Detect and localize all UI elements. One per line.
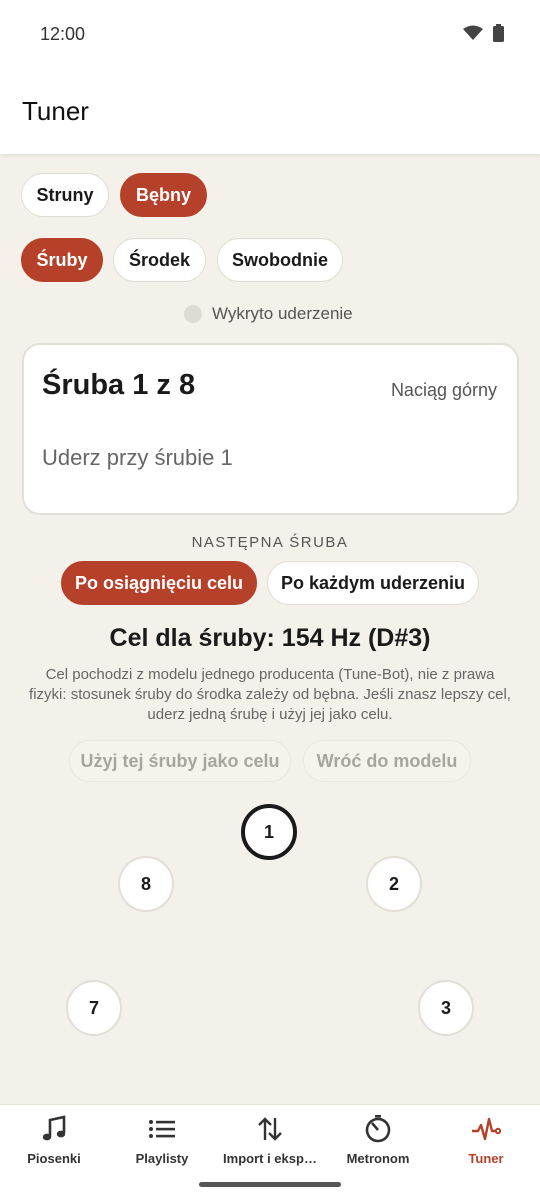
next-every-hit-button[interactable]: Po każdym uderzeniu	[267, 561, 479, 605]
nav-playlists-label: Playlisty	[135, 1151, 189, 1166]
status-bar: 12:00	[0, 0, 540, 68]
strike-hint: Uderz przy śrubie 1	[42, 445, 233, 470]
metronome-icon	[365, 1115, 391, 1143]
status-time: 12:00	[40, 24, 86, 44]
waveform-icon	[472, 1117, 502, 1141]
head-mode: Naciąg górny	[390, 380, 497, 400]
tab-drums[interactable]: Bębny	[120, 173, 207, 217]
list-icon	[149, 1120, 175, 1138]
home-indicator[interactable]	[199, 1182, 341, 1187]
tab-free[interactable]: Swobodnie	[217, 238, 343, 282]
lug-8[interactable]: 8	[118, 856, 174, 912]
nav-metronome-label: Metronom	[346, 1151, 410, 1166]
wifi-icon	[463, 25, 483, 40]
page-title: Tuner	[22, 96, 89, 126]
nav-songs-label: Piosenki	[27, 1151, 81, 1166]
music-note-icon	[42, 1115, 66, 1141]
nav-tuner-label: Tuner	[468, 1151, 504, 1166]
lug-1[interactable]: 1	[241, 804, 297, 860]
hit-indicator-dot	[184, 305, 202, 323]
lug-7[interactable]: 7	[66, 980, 122, 1036]
app-bar: Tuner	[0, 68, 540, 154]
hit-detection-label: Wykryto uderzenie	[212, 304, 353, 323]
nav-import-export-label: Import i eksp…	[223, 1151, 317, 1166]
bolt-card: Śruba 1 z 8 Naciąg górny Uderz przy śrub…	[22, 343, 519, 515]
nav-tuner[interactable]: Tuner	[432, 1105, 540, 1200]
tab-strings[interactable]: Struny	[21, 173, 109, 217]
bolt-title: Śruba 1 z 8	[42, 369, 196, 401]
lug-3[interactable]: 3	[418, 980, 474, 1036]
use-bolt-as-target-button[interactable]: Użyj tej śruby jako celu	[69, 740, 291, 782]
back-to-model-button[interactable]: Wróć do modelu	[303, 740, 471, 782]
tab-bolts[interactable]: Śruby	[21, 238, 103, 282]
lug-2[interactable]: 2	[366, 856, 422, 912]
next-on-target-button[interactable]: Po osiągnięciu celu	[61, 561, 257, 605]
battery-icon	[493, 24, 504, 42]
bolt-target: Cel dla śruby: 154 Hz (D#3)	[109, 624, 431, 652]
next-bolt-label: NASTĘPNA ŚRUBA	[191, 534, 349, 551]
hit-detection: Wykryto uderzenie	[184, 304, 353, 324]
tab-center[interactable]: Środek	[113, 238, 206, 282]
import-export-icon	[258, 1117, 282, 1141]
status-icons	[463, 24, 504, 42]
nav-songs[interactable]: Piosenki	[0, 1105, 108, 1200]
target-note: Cel pochodzi z modelu jednego producenta…	[29, 666, 511, 723]
